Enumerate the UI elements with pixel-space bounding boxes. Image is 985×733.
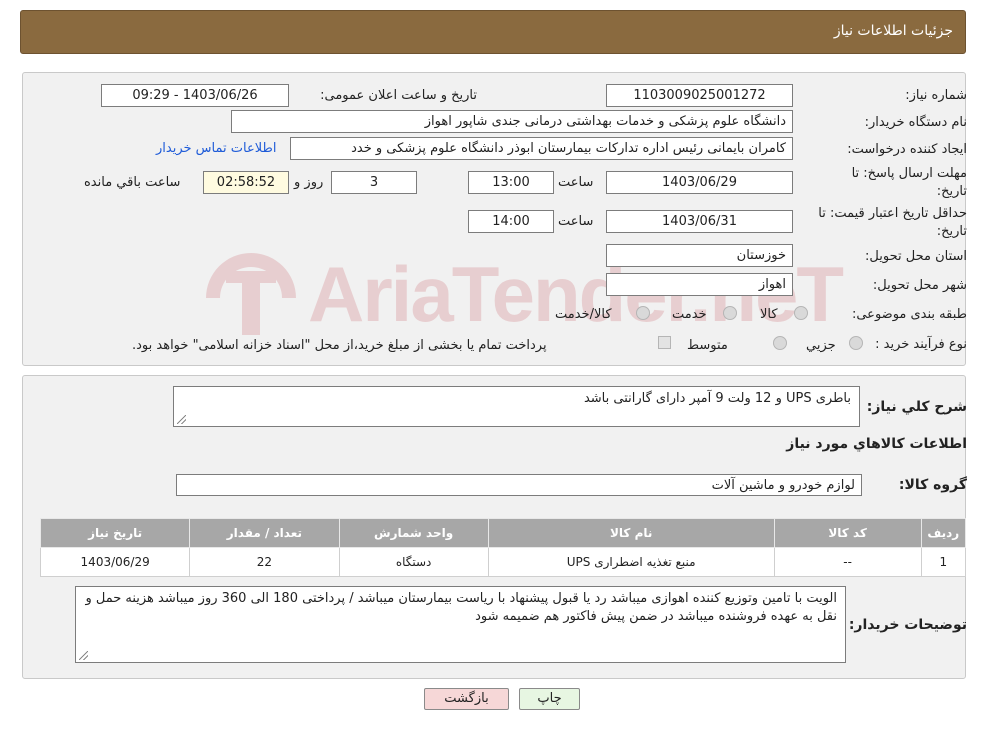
process-minor-radio[interactable] bbox=[849, 336, 863, 350]
time-remaining-field: 02:58:52 bbox=[203, 171, 289, 194]
resize-grip-icon[interactable] bbox=[79, 651, 88, 660]
days-label: روز و bbox=[294, 175, 324, 190]
category-goods-service-label: کالا/خدمت bbox=[555, 307, 612, 322]
process-payment-note: پرداخت تمام یا بخشی از مبلغ خرید،از محل … bbox=[132, 338, 547, 353]
back-button[interactable]: بازگشت bbox=[424, 688, 509, 710]
announce-datetime-field: 1403/06/26 - 09:29 bbox=[101, 84, 289, 107]
table-row: 1 -- منبع تغذیه اضطراری UPS دستگاه 22 14… bbox=[39, 547, 967, 577]
general-desc-field: باطری UPS و 12 ولت 9 آمپر دارای گارانتی … bbox=[173, 386, 860, 427]
validity-date-field: 1403/06/31 bbox=[606, 210, 793, 233]
deadline-time-field: 13:00 bbox=[468, 171, 554, 194]
category-goods-label: کالا bbox=[760, 307, 778, 322]
process-medium-radio[interactable] bbox=[773, 336, 787, 350]
category-service-label: خدمت bbox=[672, 307, 707, 322]
validity-label-line2: تاریخ: bbox=[936, 224, 967, 239]
requester-field: کامران بایمانی رئیس اداره تدارکات بیمارس… bbox=[290, 137, 793, 160]
general-desc-text: باطری UPS و 12 ولت 9 آمپر دارای گارانتی … bbox=[583, 391, 851, 406]
buyer-notes-label: توضیحات خریدار: bbox=[848, 617, 967, 633]
col-date-header: تاریخ نیاز bbox=[39, 518, 191, 548]
validity-time-field: 14:00 bbox=[468, 210, 554, 233]
goods-info-heading: اطلاعات کالاهاي مورد نياز bbox=[786, 436, 967, 452]
validity-time-label: ساعت bbox=[558, 214, 594, 229]
need-number-field: 1103009025001272 bbox=[606, 84, 793, 107]
page-header: جزئیات اطلاعات نیاز bbox=[20, 10, 966, 54]
goods-group-field: لوازم خودرو و ماشین آلات bbox=[176, 474, 862, 496]
page-title: جزئیات اطلاعات نیاز bbox=[833, 23, 953, 39]
goods-table-header: ردیف کد کالا نام کالا واحد شمارش تعداد /… bbox=[39, 518, 967, 548]
row-unit-cell: دستگاه bbox=[338, 547, 489, 577]
need-number-label: شماره نیاز: bbox=[905, 88, 967, 103]
buyer-org-field: دانشگاه علوم پزشکی و خدمات بهداشتی درمان… bbox=[231, 110, 793, 133]
process-medium-label: متوسط bbox=[687, 338, 728, 353]
province-field: خوزستان bbox=[606, 244, 793, 267]
category-service-radio[interactable] bbox=[723, 306, 737, 320]
deadline-time-label: ساعت bbox=[558, 175, 594, 190]
row-index-cell: 1 bbox=[920, 547, 967, 577]
city-label: شهر محل تحویل: bbox=[872, 278, 967, 293]
col-name-header: نام کالا bbox=[487, 518, 775, 548]
buyer-notes-field: الویت با تامین وتوزیع کننده اهوازی میباش… bbox=[75, 586, 846, 663]
row-date-cell: 1403/06/29 bbox=[39, 547, 191, 577]
city-field: اهواز bbox=[606, 273, 793, 296]
treasury-checkbox-icon[interactable] bbox=[658, 336, 671, 349]
goods-table: ردیف کد کالا نام کالا واحد شمارش تعداد /… bbox=[39, 518, 967, 577]
deadline-date-field: 1403/06/29 bbox=[606, 171, 793, 194]
resize-grip-icon[interactable] bbox=[177, 415, 186, 424]
validity-label-line1: حداقل تاریخ اعتبار قیمت: تا bbox=[818, 206, 967, 221]
province-label: استان محل تحویل: bbox=[865, 249, 967, 264]
goods-table-wrapper: ردیف کد کالا نام کالا واحد شمارش تعداد /… bbox=[39, 518, 967, 577]
days-remaining-field: 3 bbox=[331, 171, 417, 194]
buyer-contact-link[interactable]: اطلاعات تماس خریدار bbox=[156, 141, 276, 156]
goods-group-label: گروه کالا: bbox=[898, 477, 967, 493]
buyer-org-label: نام دستگاه خریدار: bbox=[864, 115, 967, 130]
print-button[interactable]: چاپ bbox=[519, 688, 580, 710]
col-code-header: کد کالا bbox=[773, 518, 922, 548]
category-label: طبقه بندی موضوعی: bbox=[851, 307, 967, 322]
row-code-cell: -- bbox=[773, 547, 922, 577]
process-minor-label: جزیي bbox=[806, 338, 836, 353]
category-goods-service-radio[interactable] bbox=[636, 306, 650, 320]
general-desc-label: شرح کلي نياز: bbox=[866, 399, 967, 415]
category-goods-radio[interactable] bbox=[794, 306, 808, 320]
buyer-notes-text: الویت با تامین وتوزیع کننده اهوازی میباش… bbox=[85, 591, 837, 624]
remaining-suffix-label: ساعت باقي مانده bbox=[84, 175, 181, 190]
row-qty-cell: 22 bbox=[189, 547, 340, 577]
announce-datetime-label: تاریخ و ساعت اعلان عمومی: bbox=[320, 88, 477, 103]
deadline-label-line2: تاریخ: bbox=[936, 184, 967, 199]
col-row-header: ردیف bbox=[920, 518, 967, 548]
process-type-label: نوع فرآیند خرید : bbox=[875, 337, 967, 352]
deadline-label-line1: مهلت ارسال پاسخ: تا bbox=[851, 166, 967, 181]
row-name-cell: منبع تغذیه اضطراری UPS bbox=[487, 547, 775, 577]
col-unit-header: واحد شمارش bbox=[338, 518, 489, 548]
requester-label: ایجاد کننده درخواست: bbox=[847, 142, 967, 157]
col-qty-header: تعداد / مقدار bbox=[189, 518, 340, 548]
